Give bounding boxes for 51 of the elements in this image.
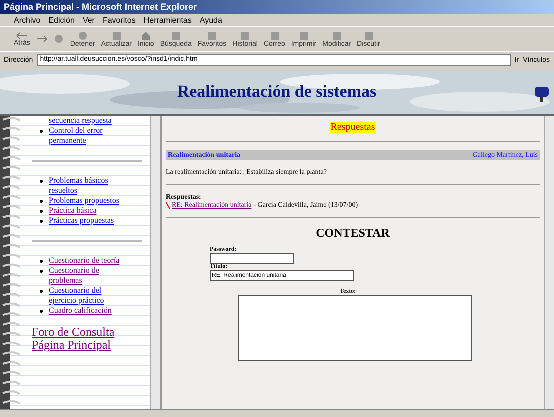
bullet-icon xyxy=(40,220,43,223)
stop-icon xyxy=(54,34,64,44)
toolbar-button[interactable] xyxy=(54,34,64,44)
section-heading: Respuestas xyxy=(330,122,376,133)
toolbar-icon xyxy=(332,30,342,40)
text-area[interactable] xyxy=(238,295,472,361)
bullet-icon xyxy=(40,290,43,293)
sidebar-link[interactable]: Cuestionario de problemas xyxy=(49,266,123,286)
scrollbar[interactable] xyxy=(544,116,554,409)
scrollbar[interactable] xyxy=(150,116,160,409)
sidebar-link[interactable]: Práctica básica xyxy=(49,206,123,216)
bullet-icon xyxy=(40,210,43,213)
stop-icon xyxy=(78,30,88,40)
sidebar-link[interactable]: Foro de Consulta xyxy=(32,326,146,339)
menu-item[interactable]: Edición xyxy=(48,16,75,24)
toolbar-icon xyxy=(299,30,309,40)
sidebar-link[interactable]: Cuestionario del ejercicio práctico xyxy=(49,286,123,306)
toolbar-icon xyxy=(112,30,122,40)
sidebar-link[interactable]: secuencia respuesta xyxy=(49,116,123,126)
bullet-icon xyxy=(40,130,43,133)
form-title: CONTESTAR xyxy=(316,226,390,241)
sidebar-link[interactable]: Página Principal xyxy=(32,339,146,352)
toolbar-icon xyxy=(240,30,250,40)
bullet-icon xyxy=(40,270,43,273)
sidebar-link[interactable]: Cuadro calificación xyxy=(49,306,123,316)
password-field[interactable] xyxy=(210,253,294,264)
back-arrow-icon xyxy=(16,32,28,40)
toolbar-icon xyxy=(207,30,218,40)
mailbox-icon xyxy=(534,84,550,102)
bullet-icon xyxy=(40,200,43,203)
toolbar-icon xyxy=(364,30,374,40)
menu-item[interactable]: Favoritos xyxy=(102,16,136,24)
bullet-icon xyxy=(40,180,43,183)
bullet-icon xyxy=(40,260,43,263)
toolbar-icon xyxy=(270,30,280,40)
sidebar-link[interactable]: Problemas básicos resueltos xyxy=(49,176,123,196)
toolbar-icon xyxy=(171,30,182,40)
sidebar-link[interactable]: Prácticas propuestas xyxy=(49,216,123,226)
menu-item[interactable]: Ayuda xyxy=(200,16,222,24)
window-title: Página Principal - Microsoft Internet Explorer xyxy=(0,0,554,14)
menu-item[interactable]: Herramientas xyxy=(144,16,192,24)
bullet-icon xyxy=(40,310,43,313)
menu-item[interactable]: Ver xyxy=(82,16,95,24)
sidebar-link[interactable]: Problemas propuestos xyxy=(49,196,123,206)
forward-arrow-icon xyxy=(36,35,48,43)
sidebar-link[interactable]: Control del error permanente xyxy=(49,126,123,146)
home-icon xyxy=(141,30,152,40)
sidebar-link[interactable]: Cuestionario de teoría xyxy=(49,256,123,266)
site-title: Realimentación de sistemas xyxy=(177,82,377,102)
menu-item[interactable]: Archivo xyxy=(14,16,41,24)
toolbar-button[interactable] xyxy=(36,35,48,43)
